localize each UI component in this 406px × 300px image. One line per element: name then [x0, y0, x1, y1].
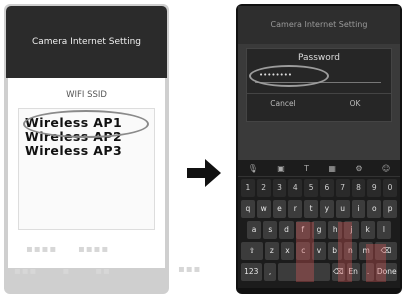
key-8[interactable]: 8: [351, 179, 366, 197]
ssid-list: Wireless AP1 Wireless AP2 Wireless AP3: [18, 108, 155, 230]
key-5[interactable]: 5: [304, 179, 318, 197]
key-l[interactable]: l: [376, 221, 391, 239]
mic-icon[interactable]: 🎙: [248, 164, 258, 173]
key-d[interactable]: d: [279, 221, 294, 239]
key-a[interactable]: a: [247, 221, 262, 239]
comma-key[interactable]: ,: [263, 263, 277, 281]
number-row: 1 2 3 4 5 6 7 8 9 0: [240, 179, 398, 197]
left-header-title: Camera Internet Setting: [6, 6, 167, 78]
key-e[interactable]: e: [272, 200, 287, 218]
right-phone-screen: Camera Internet Setting Password •••••••…: [236, 4, 402, 294]
wifi-ssid-label: WIFI SSID: [66, 90, 107, 100]
gear-icon[interactable]: ⚙: [355, 164, 362, 173]
key-3[interactable]: 3: [272, 179, 287, 197]
text-icon[interactable]: T: [304, 164, 309, 173]
decorative-dots: ▪▪▪ ▪ ▪▪: [14, 266, 111, 277]
decorative-overlay: [366, 244, 386, 282]
right-header-title: Camera Internet Setting: [238, 6, 400, 44]
key-6[interactable]: 6: [319, 179, 334, 197]
key-t[interactable]: t: [304, 200, 318, 218]
key-s[interactable]: s: [263, 221, 278, 239]
key-g[interactable]: g: [311, 221, 327, 239]
key-u[interactable]: u: [335, 200, 350, 218]
key-0[interactable]: 0: [383, 179, 397, 197]
shift-key[interactable]: ⇧: [241, 242, 263, 260]
key-q[interactable]: q: [241, 200, 255, 218]
key-r[interactable]: r: [288, 200, 303, 218]
key-9[interactable]: 9: [367, 179, 382, 197]
key-2[interactable]: 2: [256, 179, 271, 197]
keyboard-row-1: q w e r t y u i o p: [240, 200, 398, 218]
decorative-dots: ▪▪▪: [178, 264, 202, 275]
clipboard-icon[interactable]: ▣: [277, 164, 285, 173]
password-dialog: Password •••••••• Cancel OK: [246, 48, 392, 122]
key-z[interactable]: z: [264, 242, 279, 260]
cancel-button[interactable]: Cancel: [247, 99, 319, 108]
ssid-item-ap1[interactable]: Wireless AP1: [25, 115, 122, 130]
keyboard-row-2: a s d f g h j k l: [246, 221, 392, 239]
password-dialog-title: Password: [297, 53, 341, 63]
ok-button[interactable]: OK: [319, 99, 391, 108]
key-4[interactable]: 4: [288, 179, 303, 197]
key-k[interactable]: k: [360, 221, 375, 239]
ssid-item-ap3[interactable]: Wireless AP3: [25, 143, 122, 158]
decorative-dots: ▪▪▪▪ ▪▪▪▪: [26, 244, 110, 255]
soft-keyboard: 🎙 ▣ T ▦ ⚙ ☺ 1 2 3 4 5 6 7 8 9 0 q w e r …: [238, 160, 400, 288]
dialog-divider: [247, 93, 391, 94]
emoji-icon[interactable]: ☺: [382, 164, 390, 173]
key-x[interactable]: x: [280, 242, 295, 260]
left-content: WIFI SSID Wireless AP1 Wireless AP2 Wire…: [8, 78, 165, 268]
decorative-overlay: [338, 222, 352, 282]
key-y[interactable]: y: [319, 200, 334, 218]
key-7[interactable]: 7: [335, 179, 350, 197]
password-input[interactable]: ••••••••: [255, 68, 381, 83]
key-w[interactable]: w: [256, 200, 271, 218]
key-p[interactable]: p: [383, 200, 397, 218]
decorative-overlay: [296, 222, 314, 282]
keyboard-toolbar: 🎙 ▣ T ▦ ⚙ ☺: [238, 160, 400, 177]
ssid-item-ap2[interactable]: Wireless AP2: [25, 129, 122, 144]
key-1[interactable]: 1: [241, 179, 255, 197]
key-o[interactable]: o: [367, 200, 382, 218]
key-i[interactable]: i: [351, 200, 366, 218]
keyboard-icon[interactable]: ▦: [328, 164, 336, 173]
symbols-key[interactable]: 123: [241, 263, 262, 281]
key-v[interactable]: v: [312, 242, 326, 260]
right-arrow-icon: [187, 159, 221, 187]
left-phone-screen: Camera Internet Setting WIFI SSID Wirele…: [4, 4, 169, 294]
